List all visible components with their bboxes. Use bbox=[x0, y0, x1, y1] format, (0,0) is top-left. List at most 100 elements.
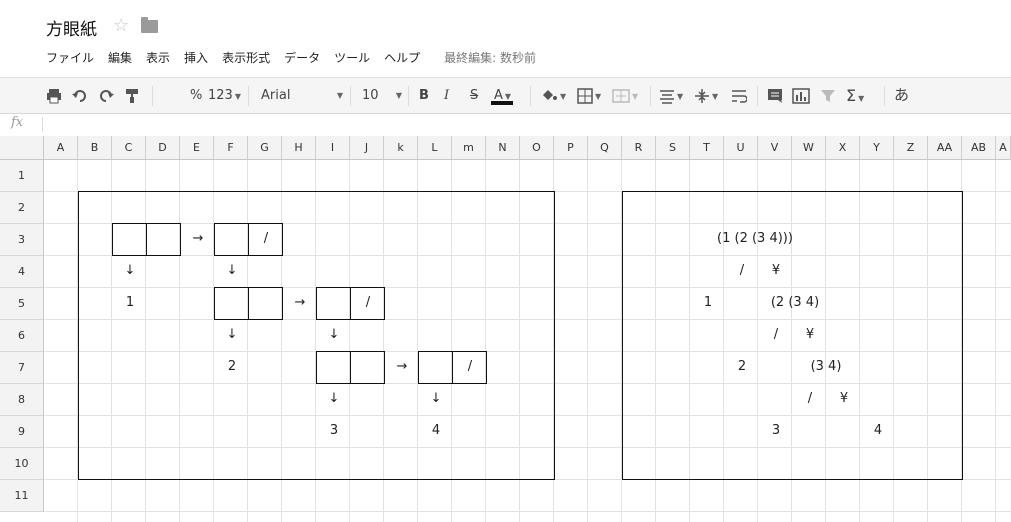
column-header[interactable]: V bbox=[758, 136, 792, 160]
column-header[interactable]: N bbox=[486, 136, 520, 160]
row-header[interactable]: 9 bbox=[0, 416, 44, 448]
row-header[interactable]: 1 bbox=[0, 160, 44, 192]
row-header[interactable]: 2 bbox=[0, 192, 44, 224]
menu-bar: ファイル 編集 表示 挿入 表示形式 データ ツール ヘルプ 最終編集: 数秒前 bbox=[46, 49, 550, 66]
merge-cells-icon[interactable]: ▼ bbox=[612, 78, 638, 113]
column-header[interactable]: O bbox=[520, 136, 554, 160]
redo-icon[interactable] bbox=[98, 78, 114, 113]
text-color-button[interactable]: A ▼ bbox=[494, 78, 511, 113]
menu-format[interactable]: 表示形式 bbox=[222, 49, 270, 66]
folder-icon[interactable] bbox=[141, 17, 158, 33]
star-icon[interactable]: ☆ bbox=[113, 15, 129, 36]
row-header[interactable]: 7 bbox=[0, 352, 44, 384]
chevron-down-icon: ▼ bbox=[395, 91, 402, 100]
toolbar-divider bbox=[530, 86, 531, 106]
column-header[interactable]: E bbox=[180, 136, 214, 160]
menu-data[interactable]: データ bbox=[284, 49, 320, 66]
nil-slash: / bbox=[365, 295, 371, 310]
formula-divider bbox=[42, 117, 43, 132]
row-header[interactable]: 10 bbox=[0, 448, 44, 480]
chevron-down-icon: ▼ bbox=[234, 92, 241, 101]
column-header[interactable]: AB bbox=[962, 136, 996, 160]
column-header[interactable]: W bbox=[792, 136, 826, 160]
column-header[interactable]: T bbox=[690, 136, 724, 160]
row-header[interactable]: 11 bbox=[0, 480, 44, 512]
column-header[interactable]: L bbox=[418, 136, 452, 160]
row-header[interactable]: 8 bbox=[0, 384, 44, 416]
number-format-button[interactable]: 123 ▼ bbox=[208, 78, 241, 113]
strikethrough-button[interactable]: S bbox=[470, 78, 478, 113]
insert-chart-icon[interactable] bbox=[792, 78, 810, 113]
column-header[interactable]: P bbox=[554, 136, 588, 160]
column-header[interactable]: m bbox=[452, 136, 486, 160]
font-family-select[interactable]: Arial ▼ bbox=[261, 78, 343, 113]
column-header[interactable]: G bbox=[248, 136, 282, 160]
borders-icon[interactable]: ▼ bbox=[577, 78, 601, 113]
column-header[interactable]: Y bbox=[860, 136, 894, 160]
functions-button[interactable]: Σ ▼ bbox=[846, 78, 864, 113]
comment-icon[interactable] bbox=[767, 78, 783, 113]
cons-cdr-cell bbox=[146, 223, 181, 256]
input-tools-button[interactable]: あ bbox=[894, 78, 909, 113]
cons-car-cell bbox=[214, 223, 249, 256]
column-header[interactable]: R bbox=[622, 136, 656, 160]
toolbar-divider bbox=[650, 86, 651, 106]
font-family-value: Arial bbox=[261, 88, 291, 103]
column-header[interactable]: A bbox=[44, 136, 78, 160]
column-header[interactable]: C bbox=[112, 136, 146, 160]
last-edit-status[interactable]: 最終編集: 数秒前 bbox=[444, 49, 536, 66]
column-header[interactable]: k bbox=[384, 136, 418, 160]
toolbar-divider bbox=[248, 86, 249, 106]
column-header[interactable]: AA bbox=[928, 136, 962, 160]
column-header[interactable]: A bbox=[996, 136, 1011, 160]
column-header[interactable]: H bbox=[282, 136, 316, 160]
nil-slash: / bbox=[467, 359, 473, 374]
percent-format-button[interactable]: % bbox=[190, 78, 202, 113]
filter-icon[interactable] bbox=[820, 78, 836, 113]
menu-view[interactable]: 表示 bbox=[146, 49, 170, 66]
text-wrap-icon[interactable] bbox=[731, 78, 748, 113]
nil-slash: / bbox=[263, 231, 269, 246]
column-header[interactable]: J bbox=[350, 136, 384, 160]
column-header[interactable]: B bbox=[78, 136, 112, 160]
italic-button[interactable]: I bbox=[444, 78, 449, 113]
sexpr-text: (3 4) bbox=[810, 359, 842, 374]
row-header[interactable]: 6 bbox=[0, 320, 44, 352]
column-header[interactable]: D bbox=[146, 136, 180, 160]
vertical-align-icon[interactable]: ▼ bbox=[694, 78, 718, 113]
row-header[interactable]: 5 bbox=[0, 288, 44, 320]
select-all-corner[interactable] bbox=[0, 136, 44, 160]
row-header[interactable]: 3 bbox=[0, 224, 44, 256]
font-size-select[interactable]: 10 ▼ bbox=[362, 78, 402, 113]
row-header[interactable]: 4 bbox=[0, 256, 44, 288]
undo-icon[interactable] bbox=[72, 78, 88, 113]
cons-car-cell bbox=[214, 287, 249, 320]
leaf-value: 1 bbox=[703, 295, 713, 310]
menu-insert[interactable]: 挿入 bbox=[184, 49, 208, 66]
paint-format-icon[interactable] bbox=[124, 78, 140, 113]
menu-tools[interactable]: ツール bbox=[334, 49, 370, 66]
cons-car-cell bbox=[112, 223, 147, 256]
column-header[interactable]: U bbox=[724, 136, 758, 160]
bold-button[interactable]: B bbox=[419, 78, 429, 113]
branch-slash: / bbox=[739, 263, 745, 278]
toolbar-divider bbox=[152, 86, 153, 106]
fill-color-icon[interactable]: ▼ bbox=[540, 78, 566, 113]
cons-car-cell bbox=[316, 287, 351, 320]
menu-help[interactable]: ヘルプ bbox=[384, 49, 420, 66]
column-header[interactable]: X bbox=[826, 136, 860, 160]
document-title[interactable]: 方眼紙 bbox=[46, 15, 97, 40]
print-icon[interactable] bbox=[46, 78, 62, 113]
column-header[interactable]: S bbox=[656, 136, 690, 160]
menu-file[interactable]: ファイル bbox=[46, 49, 94, 66]
column-header[interactable]: F bbox=[214, 136, 248, 160]
align-icon[interactable]: ▼ bbox=[659, 78, 683, 113]
formula-input[interactable] bbox=[50, 116, 1000, 133]
column-header[interactable]: I bbox=[316, 136, 350, 160]
toolbar-divider bbox=[884, 86, 885, 106]
chevron-down-icon: ▼ bbox=[858, 94, 865, 103]
toolbar-divider bbox=[757, 86, 758, 106]
column-header[interactable]: Q bbox=[588, 136, 622, 160]
menu-edit[interactable]: 編集 bbox=[108, 49, 132, 66]
column-header[interactable]: Z bbox=[894, 136, 928, 160]
